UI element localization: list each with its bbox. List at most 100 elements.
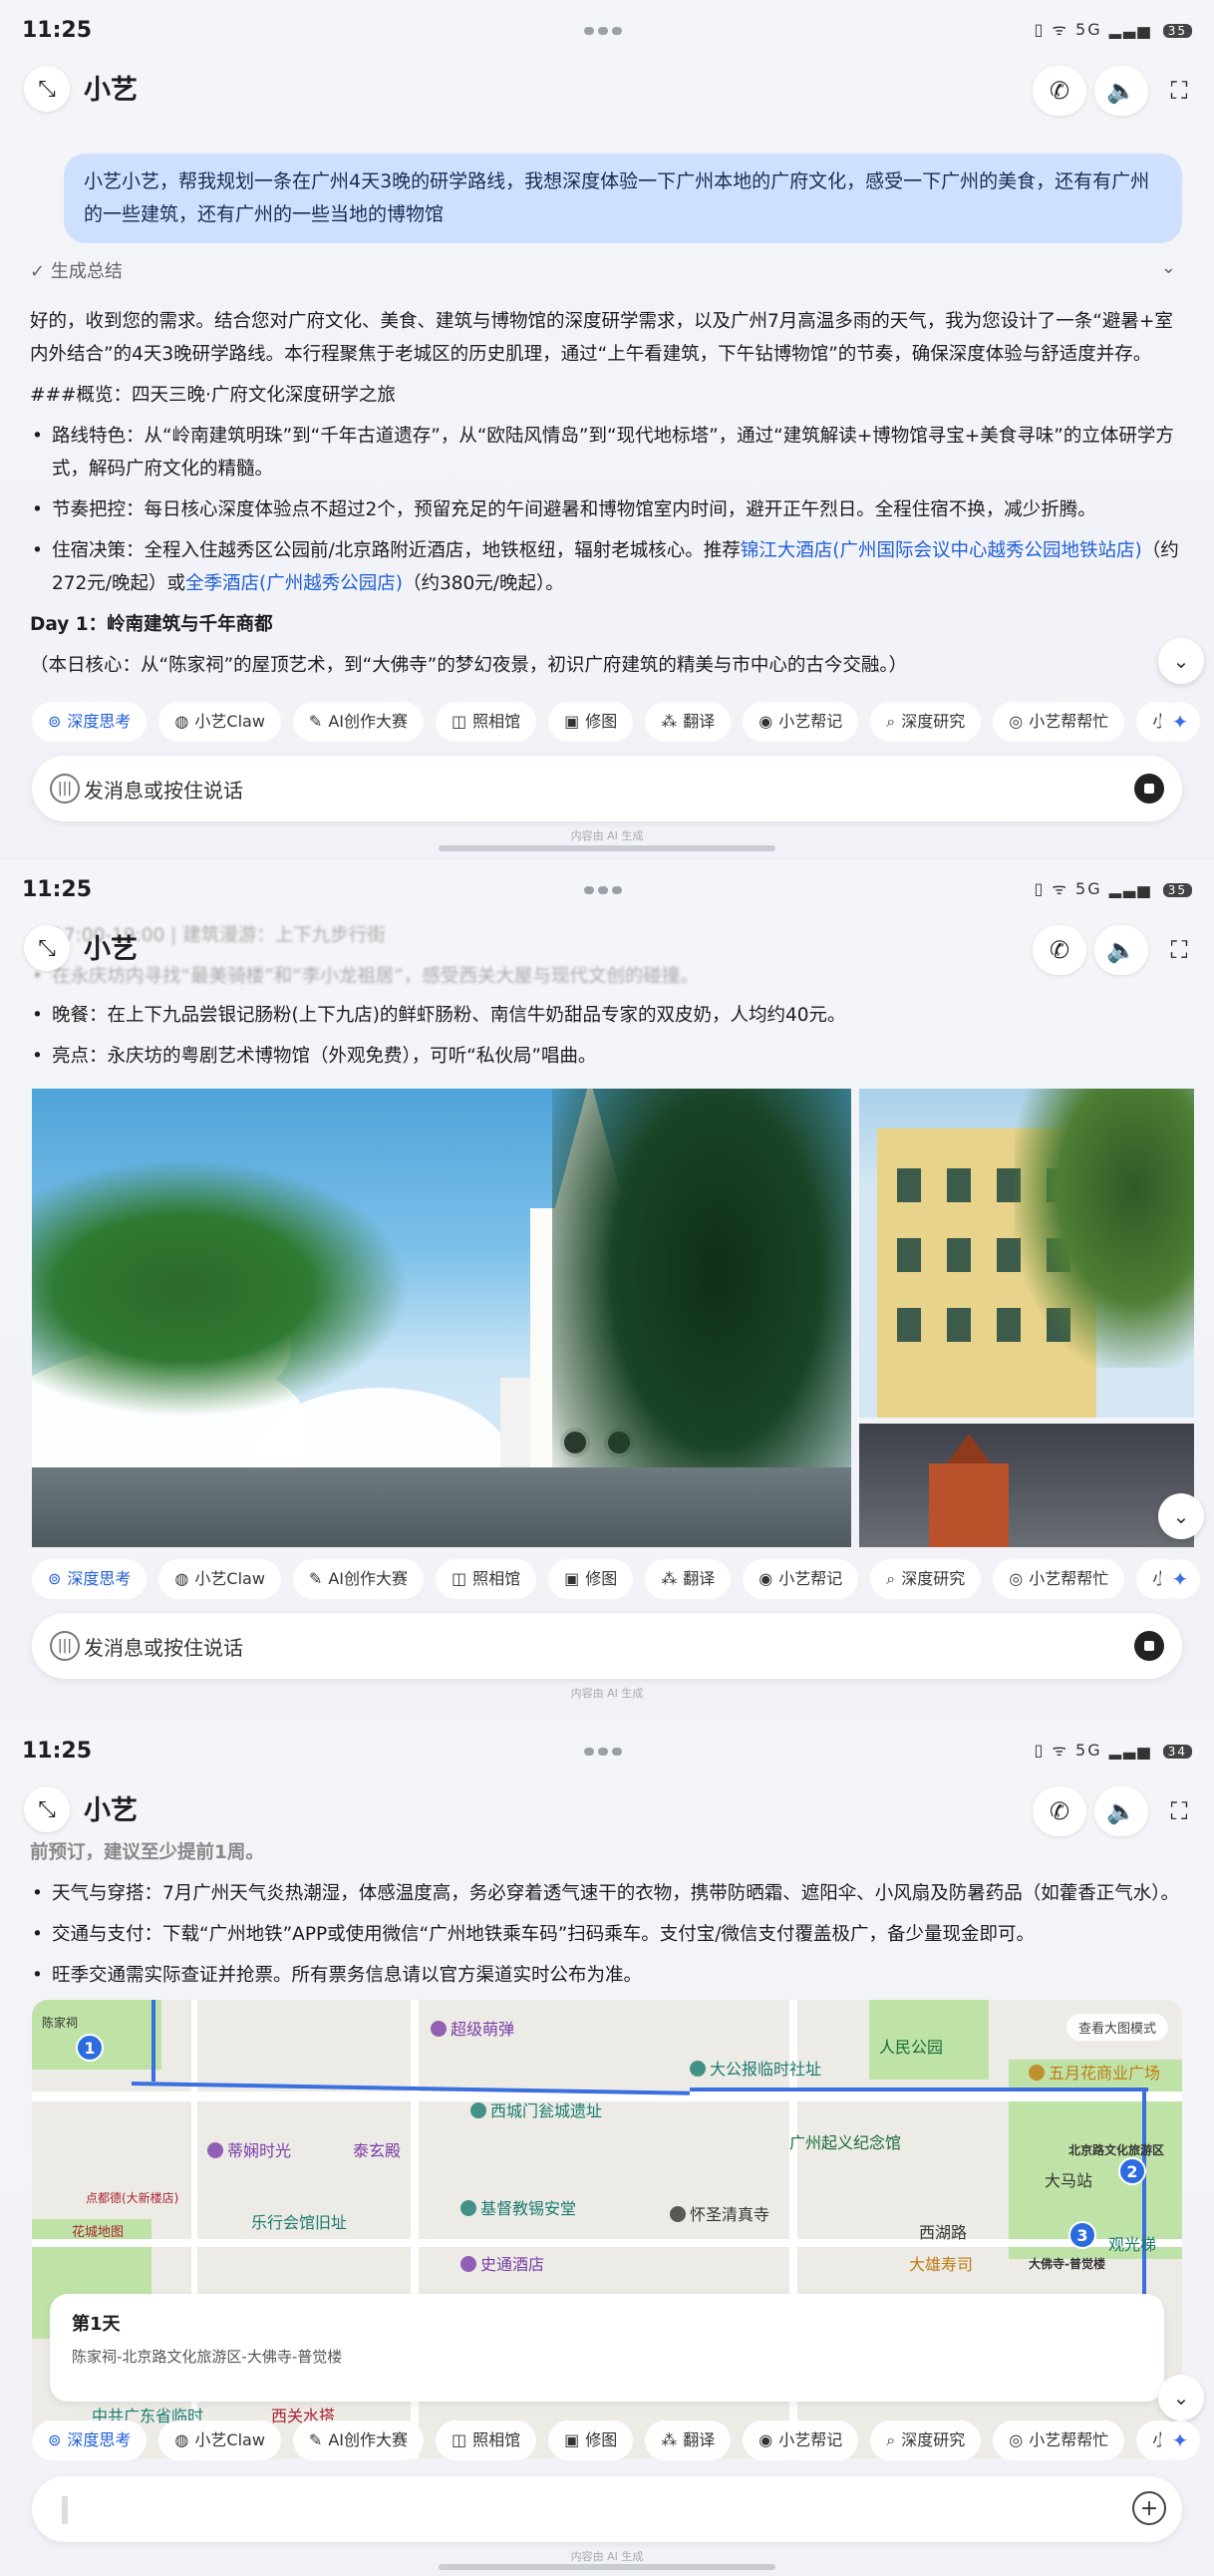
route-pin-2[interactable]: 2: [1118, 2157, 1146, 2185]
chip-claw[interactable]: ◍ 小艺Claw: [158, 2420, 281, 2460]
chip-notes[interactable]: ◉ 小艺帮记: [743, 702, 859, 742]
map-label: 史通酒店: [460, 2251, 544, 2275]
stop-icon[interactable]: [1134, 1631, 1164, 1661]
assistant-answer: 晚餐：在上下九品尝银记肠粉(上下九店)的鲜虾肠粉、南信牛奶甜品专家的双皮奶，人均…: [30, 999, 1184, 1081]
hotel-link-1[interactable]: 锦江大酒店(广州国际会议中心越秀公园地铁站店): [741, 540, 1142, 561]
chip-research[interactable]: ⌕ 深度研究: [870, 2420, 982, 2460]
chip-deep-think[interactable]: ⊚ 深度思考: [32, 1559, 148, 1599]
text-cursor: [62, 2496, 68, 2524]
mic-icon[interactable]: |||: [50, 774, 80, 804]
scroll-down-button[interactable]: ⌄: [1158, 638, 1204, 684]
chip-ai-contest[interactable]: ✎ AI创作大赛: [292, 702, 424, 742]
chevron-down-icon: ⌄: [1160, 257, 1176, 278]
chip-claw[interactable]: ◍ 小艺Claw: [158, 702, 281, 742]
list-item: 节奏把控：每日核心深度体验点不超过2个，预留充足的午间避暑和博物馆室内时间，避开…: [30, 493, 1184, 526]
drag-handle[interactable]: [584, 1741, 630, 1756]
chip-photo[interactable]: ◫ 照相馆: [435, 702, 537, 742]
route-pin-3[interactable]: 3: [1068, 2221, 1096, 2249]
call-icon[interactable]: ✆: [1033, 66, 1086, 116]
route-pin-1[interactable]: 1: [76, 2034, 104, 2062]
status-time: 11:25: [22, 1739, 93, 1764]
home-indicator[interactable]: [439, 845, 775, 851]
map-label: 广州起义纪念馆: [789, 2133, 902, 2152]
collapse-icon[interactable]: ⤡: [24, 66, 70, 112]
expand-icon[interactable]: ⛶: [1152, 1786, 1206, 1836]
chip-ai-contest[interactable]: ✎ AI创作大赛: [292, 1559, 424, 1599]
mute-icon[interactable]: 🔈: [1094, 66, 1148, 116]
chip-research[interactable]: ⌕ 深度研究: [870, 1559, 982, 1599]
map-label: 西湖路: [919, 2223, 968, 2242]
battery-icon: 34: [1162, 1745, 1192, 1759]
chip-retouch[interactable]: ▣ 修图: [548, 1559, 634, 1599]
skill-chips: ⊚ 深度思考 ◍ 小艺Claw ✎ AI创作大赛 ◫ 照相馆 ▣ 修图 ⁂ 翻译 ◉ 小艺帮记 ⌕ 深度研究 ◎…: [32, 702, 1200, 742]
chip-deep-think[interactable]: ⊚ 深度思考: [32, 702, 148, 742]
mute-icon[interactable]: 🔈: [1094, 1786, 1148, 1836]
summary-toggle[interactable]: ✓ 生成总结 ⌄: [30, 257, 1184, 283]
clock-tower-photo[interactable]: [859, 1424, 1194, 1547]
mic-icon[interactable]: |||: [50, 1631, 80, 1661]
map-label: 西城门瓮城遗址: [470, 2097, 602, 2121]
chip-translate[interactable]: ⁂ 翻译: [645, 702, 732, 742]
message-input[interactable]: ||| 发消息或按住说话: [32, 756, 1182, 821]
list-item: 旺季交通需实际查证并抢票。所有票务信息请以官方渠道实时公布为准。: [30, 1959, 1184, 1992]
skill-chips: ⊚ 深度思考 ◍ 小艺Claw ✎ AI创作大赛 ◫ 照相馆 ▣ 修图 ⁂ 翻译 ◉ 小艺帮记 ⌕ 深度研究 ◎…: [32, 2420, 1200, 2460]
map-label: 大马站: [1045, 2171, 1093, 2190]
sparkle-icon[interactable]: ✦: [1160, 1559, 1200, 1599]
chip-research[interactable]: ⌕ 深度研究: [870, 702, 982, 742]
map-label: 花城地图: [72, 2225, 125, 2240]
chip-photo[interactable]: ◫ 照相馆: [435, 2420, 537, 2460]
chip-claw[interactable]: ◍ 小艺Claw: [158, 1559, 281, 1599]
message-input[interactable]: +: [32, 2476, 1182, 2542]
expand-icon[interactable]: ⛶: [1152, 66, 1206, 116]
status-icons: ▯ ᯤ 5G ▂▃▅ 35: [1034, 18, 1192, 40]
message-input[interactable]: ||| 发消息或按住说话: [32, 1613, 1182, 1679]
list-item: 天气与穿搭：7月广州天气炎热潮湿，体感温度高，务必穿着透气速干的衣物，携带防晒霜…: [30, 1877, 1184, 1910]
stop-icon[interactable]: [1134, 774, 1164, 804]
chip-translate[interactable]: ⁂ 翻译: [645, 2420, 732, 2460]
chip-photo[interactable]: ◫ 照相馆: [435, 1559, 537, 1599]
view-large-map-button[interactable]: 查看大图模式: [1065, 2014, 1168, 2041]
scroll-down-button[interactable]: ⌄: [1158, 2375, 1204, 2420]
expand-icon[interactable]: ⛶: [1152, 925, 1206, 975]
chip-notes[interactable]: ◉ 小艺帮记: [743, 2420, 859, 2460]
page-title: 小艺: [84, 934, 138, 965]
collapse-icon[interactable]: ⤡: [24, 1786, 70, 1832]
map-label: 超级萌弹: [431, 2016, 514, 2040]
mute-icon[interactable]: 🔈: [1094, 925, 1148, 975]
home-indicator[interactable]: [439, 2564, 775, 2570]
chip-translate[interactable]: ⁂ 翻译: [645, 1559, 732, 1599]
hotel-link-2[interactable]: 全季酒店(广州越秀公园店): [185, 573, 403, 594]
building-photo[interactable]: [859, 1089, 1194, 1418]
map-label: 点都德(大新楼店): [86, 2191, 179, 2205]
plus-icon[interactable]: +: [1132, 2491, 1166, 2525]
chip-retouch[interactable]: ▣ 修图: [548, 702, 634, 742]
day-card[interactable]: 第1天 陈家祠-北京路文化旅游区-大佛寺-普觉楼: [50, 2294, 1164, 2402]
scroll-down-button[interactable]: ⌄: [1158, 1493, 1204, 1539]
chip-deep-think[interactable]: ⊚ 深度思考: [32, 2420, 148, 2460]
day-card-route: 陈家祠-北京路文化旅游区-大佛寺-普觉楼: [72, 2348, 343, 2366]
map-label: 五月花商业广场: [1029, 2060, 1160, 2084]
screen-panel-3: 11:25 ▯ ᯤ 5G ▂▃▅ 34 ⤡ 小艺 ✆ 🔈 ⛶ 前预订，建议至少提…: [0, 1721, 1214, 2576]
sparkle-icon[interactable]: ✦: [1160, 702, 1200, 742]
answer-intro: 好的，收到您的需求。结合您对广府文化、美食、建筑与博物馆的深度研学需求，以及广州…: [30, 311, 1173, 365]
map-label: 陈家祠: [42, 2016, 79, 2030]
list-item: 亮点：永庆坊的粤剧艺术博物馆（外观免费），可听“私伙局”唱曲。: [30, 1040, 1184, 1073]
chip-ai-contest[interactable]: ✎ AI创作大赛: [292, 2420, 424, 2460]
assistant-answer: 好的，收到您的需求。结合您对广府文化、美食、建筑与博物馆的深度研学需求，以及广州…: [30, 305, 1184, 690]
collapse-icon[interactable]: ⤡: [24, 925, 70, 971]
chip-notes[interactable]: ◉ 小艺帮记: [743, 1559, 859, 1599]
check-icon: ✓: [30, 261, 46, 282]
skill-chips: ⊚ 深度思考 ◍ 小艺Claw ✎ AI创作大赛 ◫ 照相馆 ▣ 修图 ⁂ 翻译 ◉ 小艺帮记 ⌕ 深度研究 ◎…: [32, 1559, 1200, 1599]
chip-retouch[interactable]: ▣ 修图: [548, 2420, 634, 2460]
chat-header: ⤡ 小艺 ✆ 🔈 ⛶: [0, 919, 1214, 975]
chip-help[interactable]: ◎ 小艺帮帮忙: [993, 1559, 1125, 1599]
sparkle-icon[interactable]: ✦: [1160, 2420, 1200, 2460]
church-photo[interactable]: [32, 1089, 851, 1547]
chip-help[interactable]: ◎ 小艺帮帮忙: [993, 2420, 1125, 2460]
drag-handle[interactable]: [584, 20, 630, 35]
chip-help[interactable]: ◎ 小艺帮帮忙: [993, 702, 1125, 742]
call-icon[interactable]: ✆: [1033, 1786, 1086, 1836]
call-icon[interactable]: ✆: [1033, 925, 1086, 975]
map-label: 基督教锡安堂: [460, 2195, 576, 2219]
status-bar: 11:25 ▯ ᯤ 5G ▂▃▅ 35: [0, 14, 1214, 50]
